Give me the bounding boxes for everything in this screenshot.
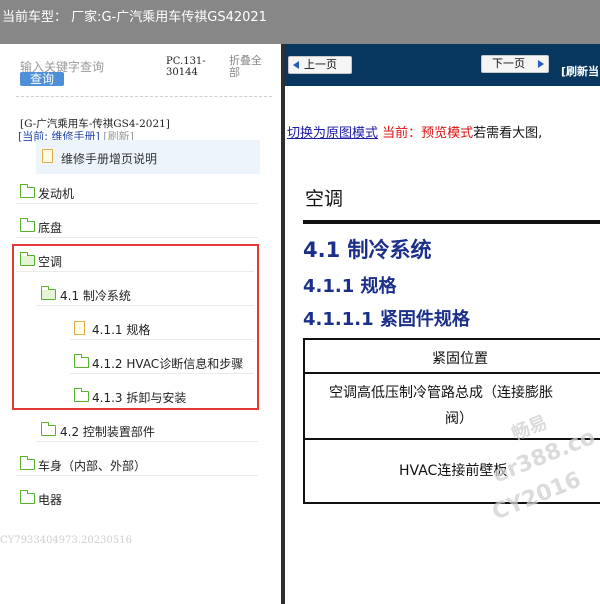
folder-icon <box>20 218 35 232</box>
table-header-cell: 紧固位置 <box>432 351 488 367</box>
pc-code: PC.131-30144 <box>166 56 206 78</box>
tree-item-body[interactable]: 车身（内部、外部） <box>16 452 258 476</box>
table-cell: 空调高低压制冷管路总成（连接膨胀 <box>329 385 553 401</box>
folder-icon <box>20 456 35 470</box>
next-page-label: 下一页 <box>492 57 525 70</box>
next-page-button[interactable]: 下一页 <box>481 55 549 73</box>
doc-heading-4: 4.1.1.1 紧固件规格 <box>303 309 470 330</box>
sidebar: 输入关键字查询 查询 PC.131-30144 折叠全部 [G-广汽乘用车-传祺… <box>0 44 281 604</box>
arrow-right-icon <box>538 60 544 68</box>
folder-icon <box>20 184 35 198</box>
doc-rule <box>303 220 600 224</box>
table-header: 紧固位置 <box>305 340 600 374</box>
tree-item-manual-notes[interactable]: 维修手册增页说明 <box>36 140 260 174</box>
search-button[interactable]: 查询 <box>20 72 64 86</box>
divider <box>16 96 272 97</box>
window-titlebar: 当前车型： 厂家:G-广汽乘用车传祺GS42021 <box>0 0 600 44</box>
prev-page-button[interactable]: 上一页 <box>288 56 352 74</box>
content-pane: 上一页 下一页 [刷新当 切换为原图模式 当前：预览模式若需看大图, 空调 4.… <box>285 44 600 604</box>
tree-item-chassis[interactable]: 底盘 <box>16 214 258 238</box>
folder-icon <box>41 422 56 436</box>
prev-page-label: 上一页 <box>304 58 337 71</box>
current-mode-label: 当前：预览模式 <box>378 126 474 141</box>
mode-line: 切换为原图模式 当前：预览模式若需看大图, <box>287 122 542 141</box>
table-cell-continued: 阀） <box>445 411 473 427</box>
highlight-box <box>12 244 259 410</box>
window-title: 当前车型： 厂家:G-广汽乘用车传祺GS42021 <box>2 10 267 25</box>
tree-item-label: 电器 <box>38 493 63 507</box>
refresh-link[interactable]: [刷新当 <box>561 63 599 79</box>
table-row: 空调高低压制冷管路总成（连接膨胀 阀） <box>305 374 600 440</box>
mode-hint: 若需看大图, <box>473 126 543 141</box>
tree-item-label: 发动机 <box>38 187 75 201</box>
tree-item-label: 车身（内部、外部） <box>38 459 147 473</box>
collapse-all-link[interactable]: 折叠全部 <box>229 55 269 79</box>
tree-item-label: 维修手册增页说明 <box>61 152 158 166</box>
doc-heading-2: 4.1 制冷系统 <box>303 238 432 262</box>
switch-mode-link[interactable]: 切换为原图模式 <box>287 126 378 141</box>
doc-heading-1: 空调 <box>305 188 344 210</box>
tree-item-label: 底盘 <box>38 221 63 235</box>
doc-heading-3: 4.1.1 规格 <box>303 276 397 297</box>
folder-icon <box>20 490 35 504</box>
tree-item-electrical[interactable]: 电器 <box>16 486 258 510</box>
footer-id: CY7933404973.20230516 <box>0 535 132 546</box>
tree-item-control-components[interactable]: 4.2 控制装置部件 <box>36 418 258 442</box>
tree-item-label: 4.2 控制装置部件 <box>60 425 155 439</box>
arrow-left-icon <box>293 61 299 69</box>
page-icon <box>42 149 53 163</box>
content-toolbar: 上一页 下一页 [刷新当 <box>285 44 600 86</box>
tree-item-engine[interactable]: 发动机 <box>16 180 258 204</box>
